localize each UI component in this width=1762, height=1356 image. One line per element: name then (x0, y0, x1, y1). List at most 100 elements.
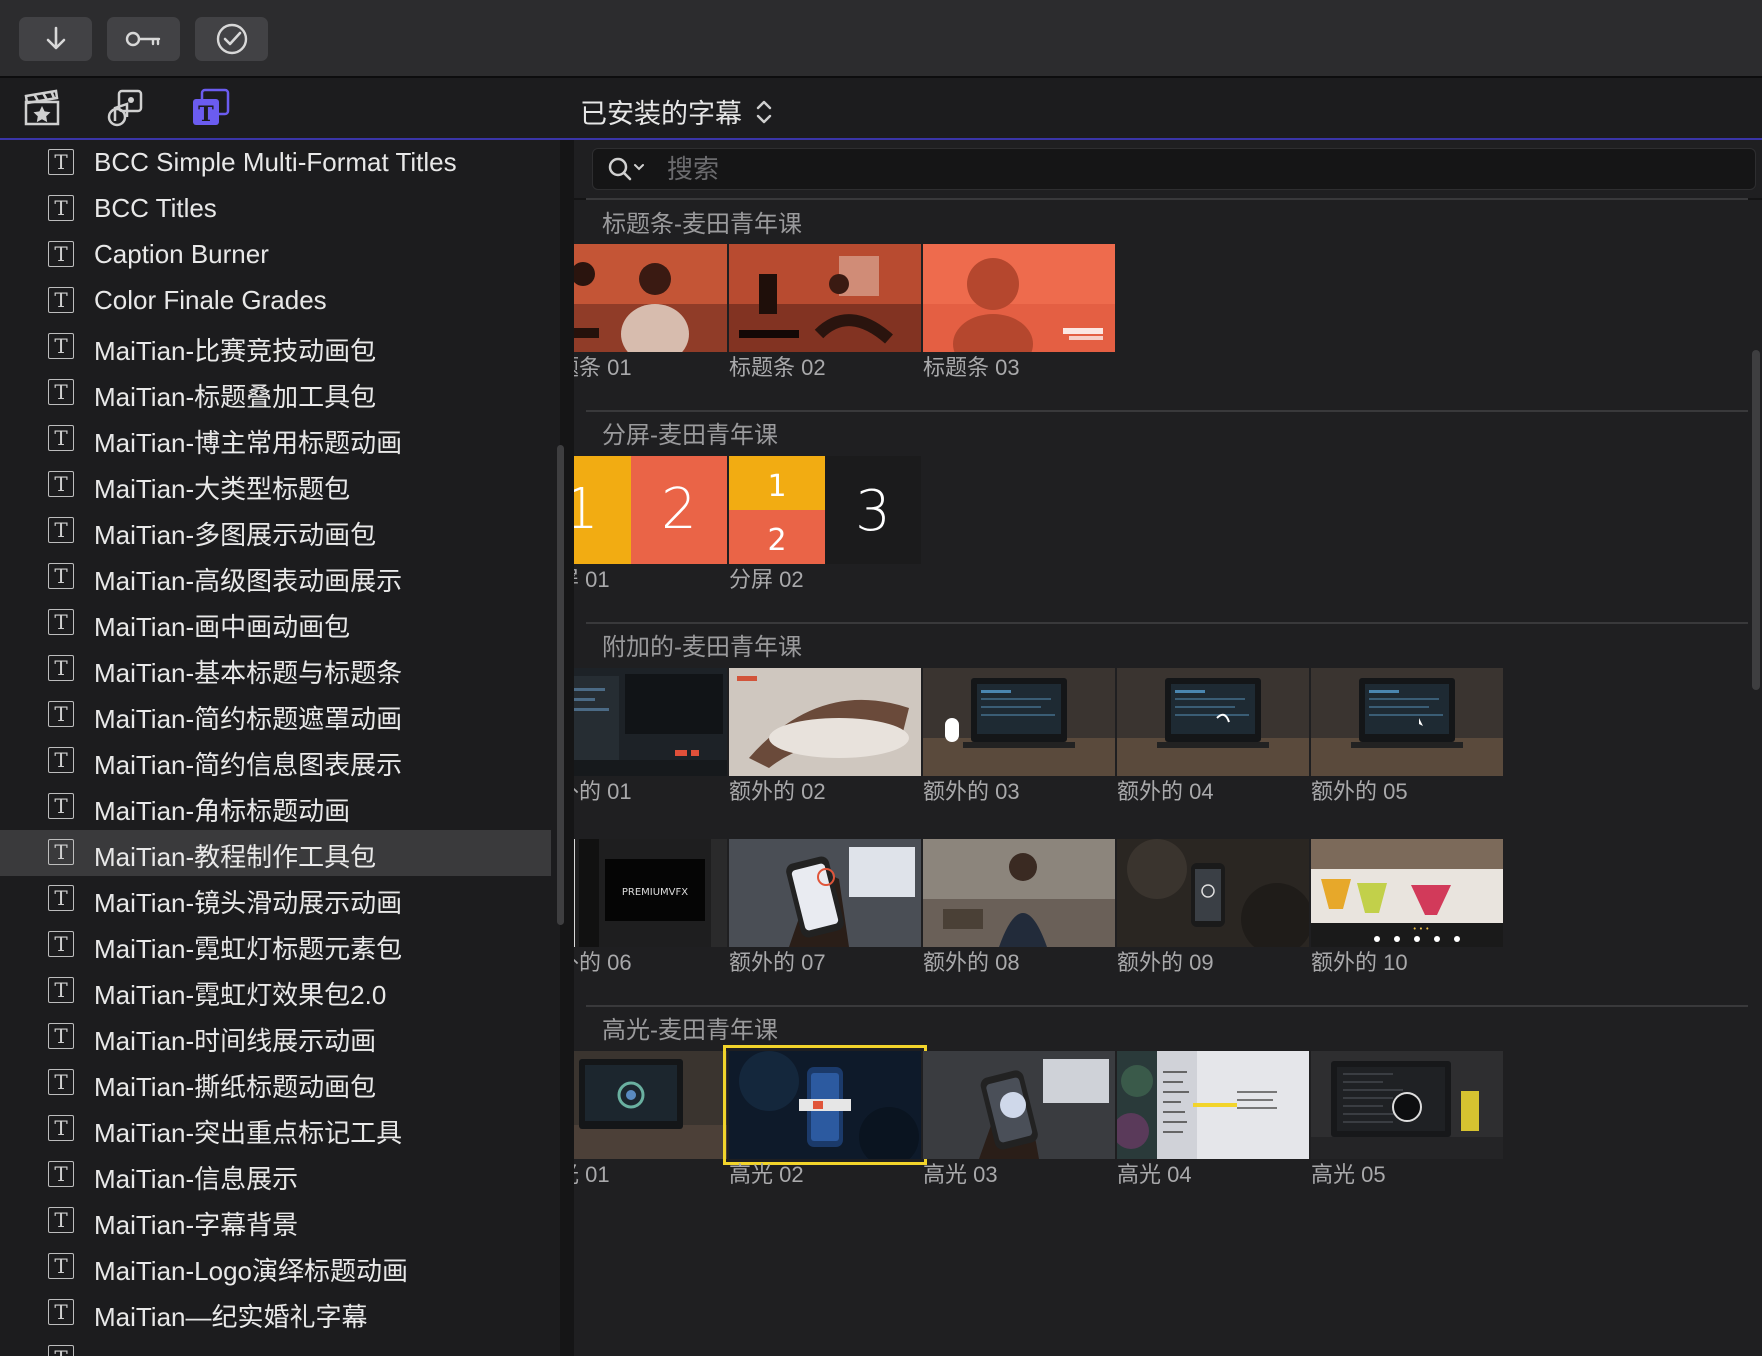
browser-scrollbar[interactable] (1752, 350, 1760, 690)
sidebar-item[interactable]: T MaiTian-霓虹灯效果包2.0 (0, 968, 551, 1014)
sidebar-item[interactable]: T BCC Titles (0, 186, 551, 232)
sidebar-item-partial[interactable]: T (0, 1336, 551, 1356)
title-thumbnail[interactable] (574, 244, 727, 352)
clapperboard-star-icon (24, 89, 60, 126)
tab-audio[interactable] (105, 88, 145, 128)
thumbnail-label: 标题条 02 (729, 355, 826, 380)
sidebar-item[interactable]: T MaiTian-突出重点标记工具 (0, 1106, 551, 1152)
thumbnail-label: 高光 02 (729, 1162, 804, 1187)
title-thumbnail[interactable] (729, 839, 921, 947)
tab-effects[interactable] (22, 88, 62, 128)
title-thumbnail[interactable] (923, 668, 1115, 776)
titles-browser: 标题条-麦田青年课 标题条 01 标题条 02 标题条 03 分屏-麦田青年课 1… (574, 140, 1762, 1356)
search-field[interactable] (592, 148, 1756, 190)
sidebar-item[interactable]: T BCC Simple Multi-Format Titles (0, 140, 551, 186)
sidebar-item[interactable]: T MaiTian-简约信息图表展示 (0, 738, 551, 784)
sidebar-item[interactable]: T MaiTian-基本标题与标题条 (0, 646, 551, 692)
sidebar-item[interactable]: T MaiTian-撕纸标题动画包 (0, 1060, 551, 1106)
sidebar-item[interactable]: T MaiTian-教程制作工具包 (0, 830, 551, 876)
svg-text:T: T (198, 101, 214, 126)
title-category-icon: T (48, 1207, 74, 1233)
thumbnail-label: 额外的 08 (923, 950, 1020, 975)
sidebar-item[interactable]: T MaiTian-Logo演绎标题动画 (0, 1244, 551, 1290)
search-icon[interactable] (607, 156, 647, 182)
title-category-icon: T (48, 563, 74, 589)
sidebar-item[interactable]: T MaiTian-比赛竞技动画包 (0, 324, 551, 370)
sidebar-item[interactable]: T MaiTian-大类型标题包 (0, 462, 551, 508)
search-input[interactable] (665, 153, 1669, 185)
title-category-icon: T (48, 931, 74, 957)
sidebar-item-label: MaiTian-时间线展示动画 (94, 1026, 377, 1056)
library-selector[interactable]: 已安装的字幕 (580, 92, 772, 131)
sidebar-item-label: Color Finale Grades (94, 285, 327, 315)
thumbnail-label: 额外的 04 (1117, 779, 1214, 804)
title-thumbnail[interactable] (574, 1051, 727, 1159)
section-title: 标题条-麦田青年课 (602, 211, 802, 238)
title-category-icon: T (48, 425, 74, 451)
sidebar-item-label: MaiTian-撕纸标题动画包 (94, 1072, 377, 1102)
thumbnail-label: 高光 05 (1311, 1162, 1386, 1187)
title-thumbnail[interactable] (729, 668, 921, 776)
sidebar-item-label: MaiTian-角标标题动画 (94, 796, 351, 826)
sidebar-item[interactable]: T MaiTian-时间线展示动画 (0, 1014, 551, 1060)
sidebar-item[interactable]: T MaiTian-信息展示 (0, 1152, 551, 1198)
sidebar-item-label: MaiTian-霓虹灯效果包2.0 (94, 980, 387, 1010)
title-thumbnail[interactable] (923, 839, 1115, 947)
section-title: 高光-麦田青年课 (602, 1017, 778, 1044)
sidebar-item[interactable]: T MaiTian-霓虹灯标题元素包 (0, 922, 551, 968)
tab-titles[interactable]: T (190, 88, 230, 128)
thumbnail-label: 额外的 06 (574, 950, 632, 975)
title-category-icon: T (48, 149, 74, 175)
sidebar-item[interactable]: T MaiTian-简约标题遮罩动画 (0, 692, 551, 738)
sidebar-item[interactable]: T MaiTian-高级图表动画展示 (0, 554, 551, 600)
title-thumbnail[interactable] (1117, 839, 1309, 947)
svg-text:2: 2 (767, 523, 786, 558)
sidebar-scrollbar[interactable] (557, 445, 564, 925)
title-thumbnail[interactable] (729, 244, 921, 352)
svg-text:• • •: • • • (1413, 925, 1430, 933)
title-category-icon: T (48, 1023, 74, 1049)
title-thumbnail[interactable] (1311, 668, 1503, 776)
import-button[interactable] (19, 17, 92, 61)
section-divider (586, 198, 1748, 200)
sidebar-item-label: MaiTian-大类型标题包 (94, 474, 351, 504)
thumbnail-label: 分屏 02 (729, 567, 804, 592)
title-category-icon: T (48, 701, 74, 727)
sidebar-item[interactable]: T MaiTian-镜头滑动展示动画 (0, 876, 551, 922)
title-thumbnail[interactable]: 1 2 (574, 456, 727, 564)
title-category-icon: T (48, 793, 74, 819)
sidebar-item-label: MaiTian-简约信息图表展示 (94, 750, 403, 780)
sidebar-item[interactable]: T MaiTian-多图展示动画包 (0, 508, 551, 554)
title-thumbnail[interactable] (1117, 1051, 1309, 1159)
sidebar-item-label: MaiTian-霓虹灯标题元素包 (94, 934, 403, 964)
sidebar-item[interactable]: T Color Finale Grades (0, 278, 551, 324)
thumbnail-label: 高光 03 (923, 1162, 998, 1187)
title-category-icon: T (48, 1069, 74, 1095)
title-thumbnail[interactable] (1311, 1051, 1503, 1159)
keyword-button[interactable] (107, 17, 180, 61)
sidebar-item[interactable]: T MaiTian-字幕背景 (0, 1198, 551, 1244)
title-thumbnail[interactable]: PREMIUMVFX (574, 839, 727, 947)
thumbnail-label: 分屏 01 (574, 567, 610, 592)
checkmark-button[interactable] (195, 17, 268, 61)
title-thumbnail[interactable]: 1 2 3 (729, 456, 921, 564)
svg-text:PREMIUMVFX: PREMIUMVFX (622, 887, 688, 898)
title-thumbnail[interactable] (923, 1051, 1115, 1159)
sidebar-item[interactable]: T MaiTian-博主常用标题动画 (0, 416, 551, 462)
titles-icon: T (193, 88, 230, 126)
sidebar-item[interactable]: T MaiTian-画中画动画包 (0, 600, 551, 646)
title-thumbnail[interactable] (923, 244, 1115, 352)
sidebar-item[interactable]: T Caption Burner (0, 232, 551, 278)
title-thumbnail[interactable] (723, 1045, 927, 1165)
title-category-icon: T (48, 885, 74, 911)
title-thumbnail[interactable] (1117, 668, 1309, 776)
sidebar-item[interactable]: T MaiTian-角标标题动画 (0, 784, 551, 830)
sidebar-item[interactable]: T MaiTian-标题叠加工具包 (0, 370, 551, 416)
title-thumbnail[interactable]: • • • (1311, 839, 1503, 947)
thumbnail-label: 额外的 10 (1311, 950, 1408, 975)
title-thumbnail[interactable] (574, 668, 727, 776)
thumbnail-label: 额外的 03 (923, 779, 1020, 804)
title-category-icon: T (48, 1345, 74, 1356)
sidebar-item[interactable]: T MaiTian—纪实婚礼字幕 (0, 1290, 551, 1336)
title-category-icon: T (48, 839, 74, 865)
